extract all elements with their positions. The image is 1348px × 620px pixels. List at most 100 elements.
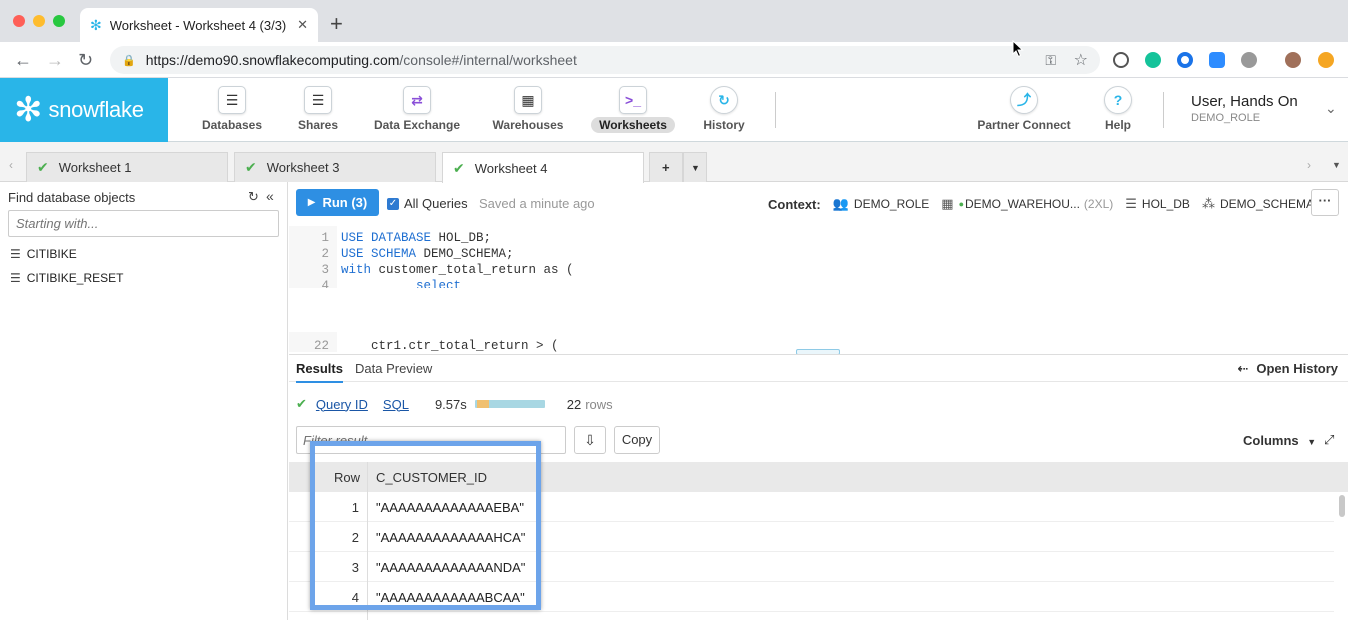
refresh-icon[interactable]: ↻ (248, 189, 259, 205)
nav-partner-connect[interactable]: ⤴ Partner Connect (973, 84, 1075, 136)
copy-button[interactable]: Copy (614, 426, 660, 454)
new-tab-button[interactable]: + (330, 12, 343, 36)
database-icon: ☰ (10, 247, 21, 261)
table-row[interactable]: 2 "AAAAAAAAAAAAAHCA" (289, 522, 1334, 552)
snowflake-logo-icon: ✻ (14, 91, 43, 129)
close-tab-icon[interactable]: ✕ (297, 17, 308, 33)
extension-1-icon[interactable] (1113, 52, 1129, 68)
nav-label: Databases (201, 118, 263, 132)
find-objects-label: Find database objects (8, 190, 136, 205)
tab-label: Worksheet 3 (266, 160, 340, 175)
columns-dropdown[interactable]: Columns ▼ (1243, 433, 1316, 448)
nav-shares[interactable]: ☰ Shares (273, 84, 363, 136)
table-row[interactable]: 4 "AAAAAAAAAAAABCAA" (289, 582, 1334, 612)
all-queries-checkbox[interactable]: ✓ All Queries (387, 196, 468, 211)
code-keyword: with (341, 263, 372, 277)
profile-avatar[interactable] (1285, 52, 1301, 68)
maximize-window-button[interactable] (53, 15, 65, 27)
key-icon[interactable]: ⚿ (1045, 52, 1056, 69)
url-path: /console#/internal/worksheet (399, 52, 577, 68)
database-icon: ☰ (10, 271, 21, 285)
nav-worksheets[interactable]: >_ Worksheets (588, 84, 678, 136)
tab-list-dropdown-icon[interactable]: ▼ (1332, 160, 1341, 170)
check-icon: ✔ (245, 159, 257, 175)
columns-label: Columns (1243, 433, 1299, 448)
nav-label: Help (1104, 118, 1131, 132)
extension-3-icon[interactable] (1177, 52, 1193, 68)
more-options-button[interactable]: ··· (1311, 189, 1339, 216)
query-id-link[interactable]: Query ID (316, 397, 368, 412)
download-button[interactable]: ⇩ (574, 426, 606, 454)
run-button[interactable]: ▶ Run (3) (296, 189, 379, 216)
tab-label: Worksheet 4 (474, 160, 548, 176)
database-icon: ☰ (1125, 196, 1137, 211)
database-label: CITIBIKE_RESET (26, 271, 124, 285)
browser-tab[interactable]: ✻ Worksheet - Worksheet 4 (3/3) ✕ (80, 8, 318, 42)
database-selector[interactable]: ☰ HOL_DB (1125, 196, 1190, 212)
check-icon: ✔ (453, 159, 465, 176)
close-window-button[interactable] (13, 15, 25, 27)
editor-fold-gap (289, 288, 1348, 332)
snowflake-logo[interactable]: ✻ snowflake (0, 78, 168, 142)
chevron-right-icon[interactable]: › (1307, 158, 1311, 172)
results-scrollbar[interactable] (1339, 495, 1345, 517)
url-input[interactable]: 🔒 https://demo90.snowflakecomputing.com /… (110, 46, 1100, 74)
user-name[interactable]: User, Hands On (1191, 93, 1298, 110)
role-selector[interactable]: 👥 DEMO_ROLE (833, 196, 930, 212)
nav-data-exchange[interactable]: ⇄ Data Exchange (371, 84, 463, 136)
nav-databases[interactable]: ☰ Databases (187, 84, 277, 136)
play-icon: ▶ (307, 197, 316, 208)
forward-icon[interactable]: → (46, 50, 64, 70)
data-exchange-icon: ⇄ (403, 86, 431, 114)
warehouse-selector[interactable]: ▦ ● DEMO_WAREHOU... (2XL) (941, 196, 1113, 212)
query-profile-bar[interactable] (474, 400, 545, 408)
tab-worksheet-4[interactable]: ✔ Worksheet 4 (442, 152, 644, 183)
database-value: HOL_DB (1141, 197, 1190, 211)
nav-history[interactable]: ↻ History (679, 84, 769, 136)
schema-value: DEMO_SCHEMA (1219, 197, 1314, 211)
filter-result-input[interactable] (296, 426, 566, 454)
nav-warehouses[interactable]: ▦ Warehouses (483, 84, 573, 136)
back-icon[interactable]: ← (14, 50, 32, 70)
line-number: 22 (313, 339, 329, 353)
worksheet-menu-button[interactable]: ▼ (683, 152, 707, 182)
update-icon[interactable] (1318, 52, 1334, 68)
collapse-panel-icon[interactable]: « (266, 188, 274, 204)
open-history-button[interactable]: ⇠ Open History (1237, 361, 1338, 377)
query-duration: 9.57s (434, 396, 467, 412)
chevron-down-icon[interactable]: ⌄ (1325, 100, 1337, 117)
tab-worksheet-3[interactable]: ✔ Worksheet 3 (234, 152, 436, 182)
database-icon: ☰ (218, 86, 246, 114)
row-number: 3 (351, 560, 359, 575)
sql-editor[interactable]: 1 USE DATABASE HOL_DB; 2 USE SCHEMA DEMO_S… (289, 226, 1348, 353)
add-worksheet-button[interactable]: + (649, 152, 683, 182)
worksheets-icon: >_ (619, 86, 647, 114)
code-text: customer_total_return as ( (371, 263, 574, 277)
tab-results[interactable]: Results (296, 361, 343, 383)
extension-5-icon[interactable] (1241, 52, 1257, 68)
row-number: 1 (351, 500, 359, 515)
database-item-citibike-reset[interactable]: ☰ CITIBIKE_RESET (10, 271, 123, 285)
database-label: CITIBIKE (26, 247, 77, 261)
table-row[interactable]: 3 "AAAAAAAAAAAAANDA" (289, 552, 1334, 582)
database-item-citibike[interactable]: ☰ CITIBIKE (10, 247, 77, 261)
minimize-window-button[interactable] (33, 15, 45, 27)
grammarly-icon[interactable] (1145, 52, 1161, 68)
code-keyword: USE SCHEMA (341, 247, 417, 261)
status-dot-icon: ● (958, 199, 964, 209)
tab-worksheet-1[interactable]: ✔ Worksheet 1 (26, 152, 228, 182)
reload-icon[interactable]: ↻ (78, 50, 93, 70)
saved-status: Saved a minute ago (479, 196, 595, 211)
chevron-left-icon[interactable]: ‹ (9, 158, 13, 172)
column-header-customer-id[interactable]: C_CUSTOMER_ID (376, 470, 487, 485)
object-search-input[interactable] (8, 210, 279, 237)
nav-help[interactable]: ? Help (1083, 84, 1153, 136)
header-divider (775, 92, 776, 128)
sql-link[interactable]: SQL (383, 397, 409, 412)
expand-icon[interactable]: ⤢ (1324, 432, 1334, 448)
zoom-icon[interactable] (1209, 52, 1225, 68)
star-icon[interactable]: ☆ (1074, 50, 1088, 70)
table-row[interactable]: 1 "AAAAAAAAAAAAAEBA" (289, 492, 1334, 522)
column-header-row[interactable]: Row (334, 470, 360, 485)
tab-data-preview[interactable]: Data Preview (355, 361, 432, 376)
